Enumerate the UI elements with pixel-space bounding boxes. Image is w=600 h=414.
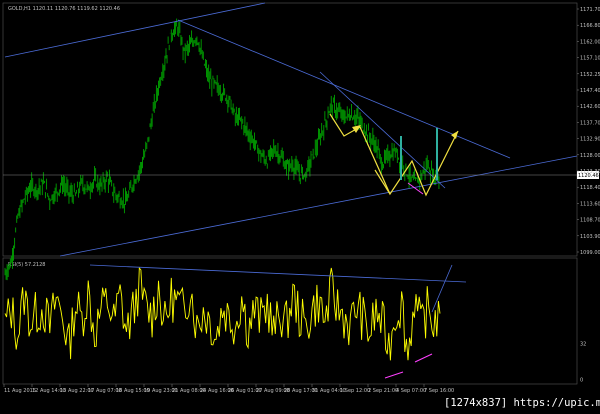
price-tick-label: 1099.00 xyxy=(580,250,600,256)
time-tick-label: 2 Sep 21:00 xyxy=(368,388,398,394)
time-tick-label: 4 Sep 07:00 xyxy=(396,388,426,394)
price-tick-label: 1103.90 xyxy=(580,234,600,240)
time-tick-label: 1 Sep 12:00 xyxy=(340,388,370,394)
price-tick-label: 1157.10 xyxy=(580,56,600,62)
price-tick-label: 1162.00 xyxy=(580,39,600,45)
price-tick-label: 1118.40 xyxy=(580,185,600,191)
price-tick-label: 1171.70 xyxy=(580,7,600,13)
rsi-tick-label: 0 xyxy=(580,378,583,384)
teal-bar-1 xyxy=(400,136,402,180)
main-panel-header: GOLD,H1 1120.11 1120.76 1119.62 1120.46 xyxy=(8,6,120,12)
teal-bar-2 xyxy=(436,128,438,180)
price-tick-label: 1166.80 xyxy=(580,23,600,29)
rsi-tick-label: 32 xyxy=(580,342,586,348)
price-tick-label: 1142.60 xyxy=(580,104,600,110)
price-tick-label: 1108.70 xyxy=(580,218,600,224)
price-tick-label: 1123.30 xyxy=(580,169,600,175)
watermark-text: [1274x837] https://upic.me/ xyxy=(442,397,600,409)
price-tick-label: 1128.00 xyxy=(580,153,600,159)
rsi-panel-header: RSI(5) 57.2128 xyxy=(8,262,45,268)
price-tick-label: 1147.40 xyxy=(580,88,600,94)
chart-background xyxy=(0,0,600,414)
price-tick-label: 1137.70 xyxy=(580,120,600,126)
time-tick-label: 7 Sep 16:00 xyxy=(424,388,454,394)
trading-chart[interactable]: GOLD,H1 1120.11 1120.76 1119.62 1120.46 … xyxy=(0,0,600,414)
price-tick-label: 1113.60 xyxy=(580,201,600,207)
price-tick-label: 1132.90 xyxy=(580,137,600,143)
price-tick-label: 1152.25 xyxy=(580,72,600,78)
